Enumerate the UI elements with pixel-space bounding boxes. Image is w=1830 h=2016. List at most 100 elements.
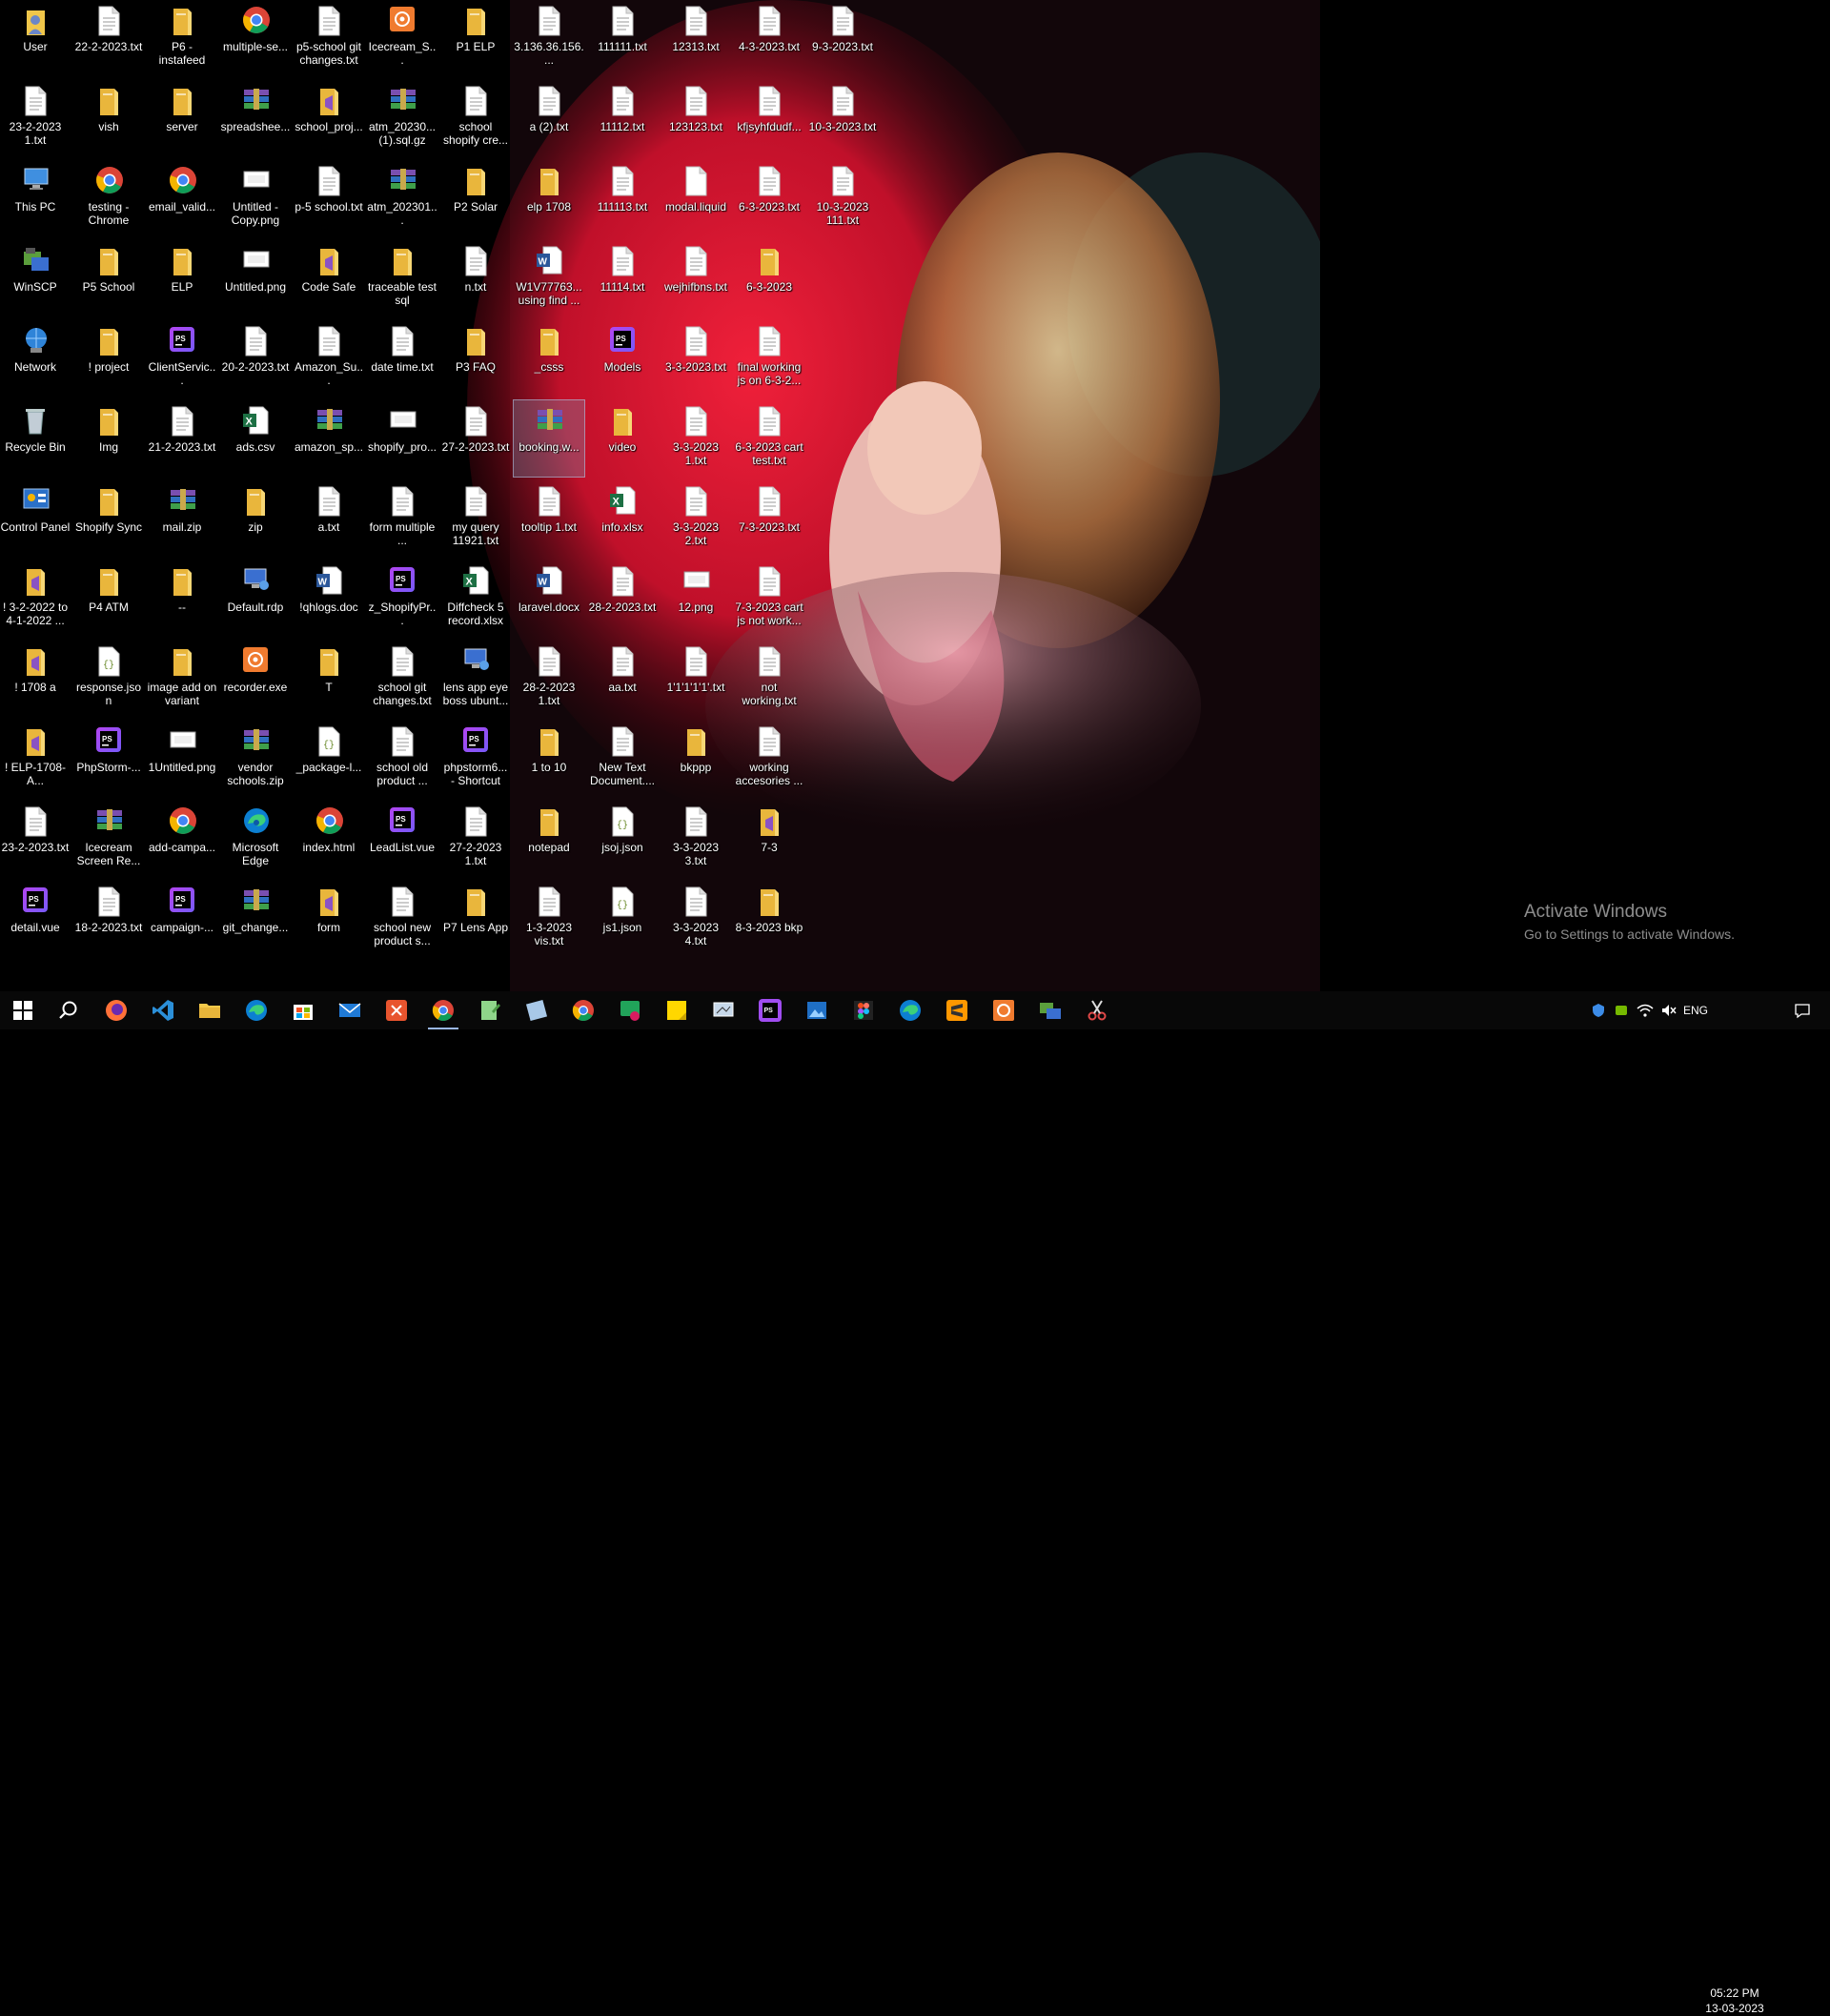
clock[interactable]: 05:22 PM 13-03-2023 bbox=[1700, 1985, 1769, 2016]
desktop-icon[interactable]: 3-3-2023.txt bbox=[661, 320, 731, 397]
desktop-icon[interactable]: Shopify Sync bbox=[73, 480, 144, 557]
desktop-icon[interactable]: image add on variant bbox=[147, 641, 217, 717]
desktop-icon[interactable]: 28-2-2023.txt bbox=[587, 560, 658, 637]
taskbar-app-orange[interactable] bbox=[374, 991, 419, 1029]
taskbar-photos[interactable] bbox=[794, 991, 840, 1029]
speaker-muted-icon[interactable] bbox=[1658, 991, 1679, 1029]
desktop-icon[interactable]: modal.liquid bbox=[661, 160, 731, 236]
desktop-icon[interactable]: 6-3-2023 bbox=[734, 240, 804, 316]
desktop-icon[interactable]: ! ELP-1708-A... bbox=[0, 721, 71, 797]
desktop-icon[interactable]: P1 ELP bbox=[440, 0, 511, 76]
desktop-icon[interactable]: ! 1708 a bbox=[0, 641, 71, 717]
desktop-icon[interactable]: form bbox=[294, 881, 364, 957]
desktop-icon[interactable]: spreadshee... bbox=[220, 80, 291, 156]
taskbar-edge-blue[interactable] bbox=[887, 991, 933, 1029]
desktop-icon[interactable]: kfjsyhfdudf... bbox=[734, 80, 804, 156]
desktop-icon[interactable]: WinSCP bbox=[0, 240, 71, 316]
wifi-icon[interactable] bbox=[1634, 991, 1657, 1029]
desktop-icon[interactable]: wejhifbns.txt bbox=[661, 240, 731, 316]
desktop-icon[interactable]: Xads.csv bbox=[220, 400, 291, 477]
desktop-icon[interactable]: testing - Chrome bbox=[73, 160, 144, 236]
desktop-icon[interactable]: 11114.txt bbox=[587, 240, 658, 316]
desktop-icon[interactable]: school old product ... bbox=[367, 721, 437, 797]
desktop-icon[interactable]: P2 Solar bbox=[440, 160, 511, 236]
desktop-icon[interactable]: P4 ATM bbox=[73, 560, 144, 637]
desktop-icon[interactable]: 21-2-2023.txt bbox=[147, 400, 217, 477]
desktop-icon[interactable]: 12313.txt bbox=[661, 0, 731, 76]
desktop-icon[interactable]: 111111.txt bbox=[587, 0, 658, 76]
desktop-icon[interactable]: 3-3-2023 2.txt bbox=[661, 480, 731, 557]
desktop-icon[interactable]: 3.136.36.156.... bbox=[514, 0, 584, 76]
desktop-icon[interactable]: 1-3-2023 vis.txt bbox=[514, 881, 584, 957]
taskbar-edge[interactable] bbox=[234, 991, 279, 1029]
desktop-icon[interactable]: atm_20230... (1).sql.gz bbox=[367, 80, 437, 156]
taskbar-microsoft-store[interactable] bbox=[280, 991, 326, 1029]
taskbar-figma[interactable] bbox=[841, 991, 886, 1029]
desktop-icon[interactable]: Code Safe bbox=[294, 240, 364, 316]
shield-icon[interactable] bbox=[1588, 991, 1609, 1029]
desktop-icon[interactable]: User bbox=[0, 0, 71, 76]
desktop-icon[interactable]: school_proj... bbox=[294, 80, 364, 156]
taskbar-screen-sketch[interactable] bbox=[701, 991, 746, 1029]
taskbar-search-button[interactable] bbox=[46, 991, 92, 1029]
desktop-icon[interactable]: git_change... bbox=[220, 881, 291, 957]
taskbar-mail[interactable] bbox=[327, 991, 373, 1029]
desktop-icon[interactable]: my query 11921.txt bbox=[440, 480, 511, 557]
desktop-icon[interactable]: atm_202301... bbox=[367, 160, 437, 236]
desktop-icon[interactable]: mail.zip bbox=[147, 480, 217, 557]
desktop-icon[interactable]: a.txt bbox=[294, 480, 364, 557]
desktop-icon[interactable]: Amazon_Su... bbox=[294, 320, 364, 397]
desktop-icon[interactable]: Img bbox=[73, 400, 144, 477]
desktop-icon[interactable]: traceable test sql bbox=[367, 240, 437, 316]
desktop-icon[interactable]: vish bbox=[73, 80, 144, 156]
desktop-icon[interactable]: 27-2-2023.txt bbox=[440, 400, 511, 477]
desktop-icon[interactable]: W W1V77763... using find ... bbox=[514, 240, 584, 316]
nvidia-icon[interactable] bbox=[1611, 991, 1632, 1029]
desktop-icon[interactable]: shopify_pro... bbox=[367, 400, 437, 477]
desktop-icon[interactable]: 23-2-2023 1.txt bbox=[0, 80, 71, 156]
desktop-icon[interactable]: index.html bbox=[294, 801, 364, 877]
taskbar-phpstorm[interactable]: PS bbox=[747, 991, 793, 1029]
desktop-icon[interactable]: Microsoft Edge bbox=[220, 801, 291, 877]
desktop-icon[interactable]: video bbox=[587, 400, 658, 477]
desktop-icon[interactable]: X Diffcheck 5 record.xlsx bbox=[440, 560, 511, 637]
desktop-icon[interactable]: ! 3-2-2022 to 4-1-2022 ... bbox=[0, 560, 71, 637]
desktop-icon[interactable]: a (2).txt bbox=[514, 80, 584, 156]
desktop-icon[interactable]: P3 FAQ bbox=[440, 320, 511, 397]
desktop-icon[interactable]: 6-3-2023 cart test.txt bbox=[734, 400, 804, 477]
desktop-icon[interactable]: 10-3-2023.txt bbox=[807, 80, 878, 156]
desktop-icon[interactable]: 123123.txt bbox=[661, 80, 731, 156]
desktop-icon[interactable]: 22-2-2023.txt bbox=[73, 0, 144, 76]
desktop-icon[interactable]: 28-2-2023 1.txt bbox=[514, 641, 584, 717]
desktop-icon[interactable]: This PC bbox=[0, 160, 71, 236]
desktop-icon[interactable]: p5-school git changes.txt bbox=[294, 0, 364, 76]
desktop-icon[interactable]: zip bbox=[220, 480, 291, 557]
desktop-icon[interactable]: 111113.txt bbox=[587, 160, 658, 236]
desktop-icon[interactable]: {} _package-l... bbox=[294, 721, 364, 797]
language-indicator[interactable]: ENG bbox=[1681, 991, 1710, 1029]
desktop-icon[interactable]: 12.png bbox=[661, 560, 731, 637]
desktop-icon[interactable]: school new product s... bbox=[367, 881, 437, 957]
desktop-icon[interactable]: PS detail.vue bbox=[0, 881, 71, 957]
desktop-icon[interactable]: server bbox=[147, 80, 217, 156]
desktop-icon[interactable]: PS phpstorm6... - Shortcut bbox=[440, 721, 511, 797]
desktop-icon[interactable]: date time.txt bbox=[367, 320, 437, 397]
desktop-icon[interactable]: multiple-se... bbox=[220, 0, 291, 76]
desktop-icon[interactable]: add-campa... bbox=[147, 801, 217, 877]
desktop-icon[interactable]: Default.rdp bbox=[220, 560, 291, 637]
desktop-icon[interactable]: P7 Lens App bbox=[440, 881, 511, 957]
desktop-icon[interactable]: 1'1'1'1'1'.txt bbox=[661, 641, 731, 717]
desktop-icon[interactable]: 1 to 10 bbox=[514, 721, 584, 797]
taskbar-whatsapp[interactable] bbox=[607, 991, 653, 1029]
desktop-icon[interactable]: school shopify cre... bbox=[440, 80, 511, 156]
desktop-icon[interactable]: Wlaravel.docx bbox=[514, 560, 584, 637]
desktop-icon[interactable]: P6 - instafeed bbox=[147, 0, 217, 76]
desktop-icon[interactable]: P5 School bbox=[73, 240, 144, 316]
desktop-icon[interactable]: 1Untitled.png bbox=[147, 721, 217, 797]
desktop-icon[interactable]: 7-3-2023 cart js not work... bbox=[734, 560, 804, 637]
taskbar-file-explorer[interactable] bbox=[187, 991, 233, 1029]
desktop-icon[interactable]: 23-2-2023.txt bbox=[0, 801, 71, 877]
taskbar-icecream[interactable] bbox=[981, 991, 1027, 1029]
desktop-icon[interactable]: W !qhlogs.doc bbox=[294, 560, 364, 637]
desktop-icon[interactable]: email_valid... bbox=[147, 160, 217, 236]
